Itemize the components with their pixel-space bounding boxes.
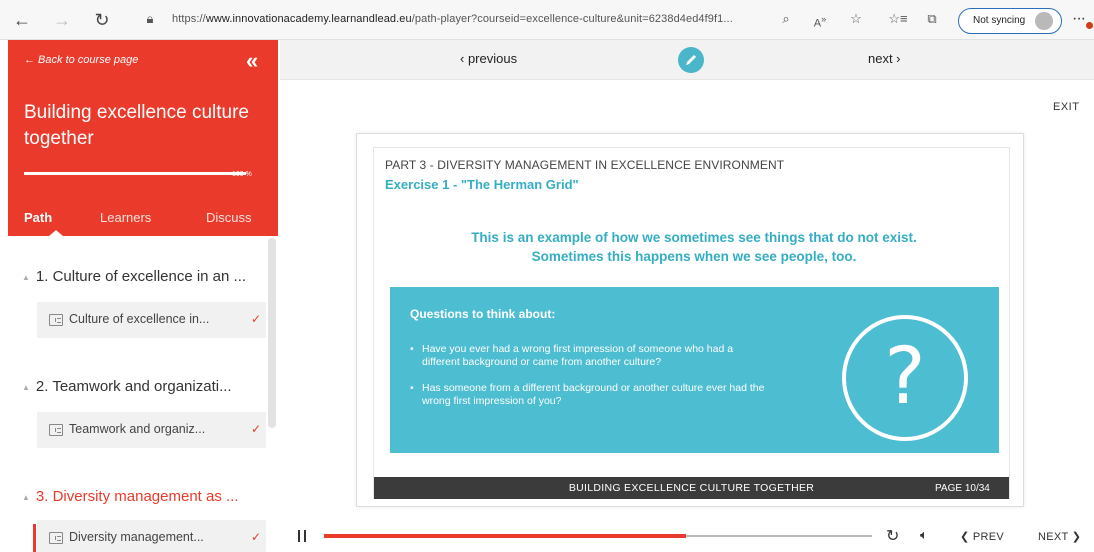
prev-slide-button[interactable]: ❮ PREV [960, 530, 1004, 543]
course-title: Building excellence culture together [24, 102, 249, 149]
profile-sync-button[interactable]: Not syncing [958, 8, 1062, 34]
address-bar[interactable]: https://www.innovationacademy.learnandle… [172, 13, 733, 25]
tab-learners[interactable]: Learners [100, 210, 151, 225]
questions-title: Questions to think about: [410, 307, 556, 321]
section-label: 3. Diversity management as ... [35, 488, 239, 505]
slide: PART 3 - DIVERSITY MANAGEMENT IN EXCELLE… [373, 147, 1010, 499]
lesson-item-diversity[interactable]: Diversity management... ✓ [33, 520, 266, 552]
url-host: www.innovationacademy.learnandlead.eu [205, 13, 412, 25]
sidebar-scrollbar[interactable] [268, 238, 276, 428]
slide-part-title: PART 3 - DIVERSITY MANAGEMENT IN EXCELLE… [385, 158, 785, 172]
collapse-triangle-icon: ▲ [22, 272, 30, 282]
lesson-label: Teamwork and organiz... [69, 422, 206, 436]
collapse-sidebar-button[interactable]: « [246, 48, 258, 74]
slide-message-line-1: This is an example of how we sometimes s… [471, 230, 917, 245]
check-icon: ✓ [251, 422, 262, 436]
active-tab-indicator [49, 230, 63, 236]
slide-message-line-2: Sometimes this happens when we see peopl… [531, 249, 857, 264]
slide-message: This is an example of how we sometimes s… [414, 228, 974, 266]
favorite-add-icon[interactable]: ☆ [846, 11, 866, 27]
lesson-item-culture[interactable]: Culture of excellence in... ✓ [37, 302, 266, 338]
questions-box: Questions to think about: Have you ever … [390, 287, 999, 453]
collapse-triangle-icon: ▲ [22, 492, 30, 502]
collapse-triangle-icon: ▲ [22, 382, 30, 392]
question-mark-glyph: ? [884, 332, 926, 422]
lesson-label: Diversity management... [69, 530, 204, 544]
lesson-item-teamwork[interactable]: Teamwork and organiz... ✓ [37, 412, 266, 448]
previous-link[interactable]: ‹ previous [460, 51, 517, 66]
browser-toolbar: ← → ↻ 🔒︎ https://www.innovationacademy.l… [0, 0, 1094, 40]
slides-icon [49, 424, 63, 436]
notification-badge [1086, 22, 1093, 29]
sidebar-header: ← Back to course page « Building excelle… [8, 40, 278, 236]
question-item: Has someone from a different background … [410, 382, 770, 408]
back-arrow-icon[interactable]: ← [12, 10, 32, 30]
slide-page-number: PAGE 10/34 [935, 483, 990, 494]
slide-exercise-title: Exercise 1 - "The Herman Grid" [385, 177, 579, 192]
sync-label: Not syncing [973, 15, 1026, 26]
tab-path[interactable]: Path [24, 210, 52, 225]
volume-icon[interactable]: 🔈︎ [920, 527, 928, 543]
more-menu-icon[interactable]: ··· [1072, 10, 1086, 28]
section-item-diversity[interactable]: ▲ 3. Diversity management as ... [22, 488, 262, 505]
next-link[interactable]: next › [868, 51, 901, 66]
back-to-course-link[interactable]: ← Back to course page [24, 54, 138, 66]
course-sidebar: ← Back to course page « Building excelle… [0, 40, 280, 552]
active-lesson-indicator [33, 524, 36, 552]
exit-button[interactable]: EXIT [1053, 101, 1079, 113]
favorites-icon[interactable]: ☆≡ [888, 11, 908, 27]
seek-bar[interactable] [324, 534, 872, 538]
section-label: 2. Teamwork and organizati... [35, 378, 232, 395]
course-navigation-bar: ‹ previous next › [280, 40, 1094, 80]
next-slide-button[interactable]: NEXT ❯ [1038, 530, 1081, 543]
replay-icon[interactable]: ↻ [886, 526, 899, 546]
check-icon: ✓ [251, 530, 262, 544]
profile-avatar-icon [1035, 12, 1053, 30]
search-icon[interactable]: ⌕ [776, 11, 796, 27]
forward-arrow-icon[interactable]: → [52, 10, 72, 30]
tab-discuss[interactable]: Discuss [206, 210, 252, 225]
course-progress-fill [24, 172, 246, 175]
lock-icon[interactable]: 🔒︎ [140, 11, 160, 27]
slide-footer-title: BUILDING EXCELLENCE CULTURE TOGETHER [568, 482, 815, 494]
check-icon: ✓ [251, 312, 262, 326]
section-item-teamwork[interactable]: ▲ 2. Teamwork and organizati... [22, 378, 262, 395]
reload-icon[interactable]: ↻ [92, 10, 112, 30]
question-item: Have you ever had a wrong first impressi… [410, 343, 770, 369]
course-progress-label: 100 % [232, 171, 252, 178]
url-path: /path-player?courseid=excellence-culture… [411, 13, 733, 25]
slides-icon [49, 532, 63, 544]
lesson-label: Culture of excellence in... [69, 312, 210, 326]
slide-frame: PART 3 - DIVERSITY MANAGEMENT IN EXCELLE… [356, 133, 1024, 507]
url-prefix: https:// [172, 13, 206, 25]
read-aloud-icon[interactable]: A» [810, 11, 830, 32]
pause-icon[interactable] [298, 530, 306, 542]
edit-pencil-icon[interactable] [678, 47, 704, 73]
question-mark-icon: ? [842, 315, 968, 441]
course-progress-bar [24, 172, 246, 175]
collections-icon[interactable]: ⧉ [922, 11, 942, 27]
seek-progress-fill [324, 534, 686, 538]
section-item-culture[interactable]: ▲ 1. Culture of excellence in an ... [22, 268, 262, 285]
player-controls: ↻ 🔈︎ ❮ PREV NEXT ❯ [280, 518, 1094, 552]
slide-footer: BUILDING EXCELLENCE CULTURE TOGETHER PAG… [374, 477, 1009, 499]
slides-icon [49, 314, 63, 326]
section-label: 1. Culture of excellence in an ... [35, 268, 247, 285]
